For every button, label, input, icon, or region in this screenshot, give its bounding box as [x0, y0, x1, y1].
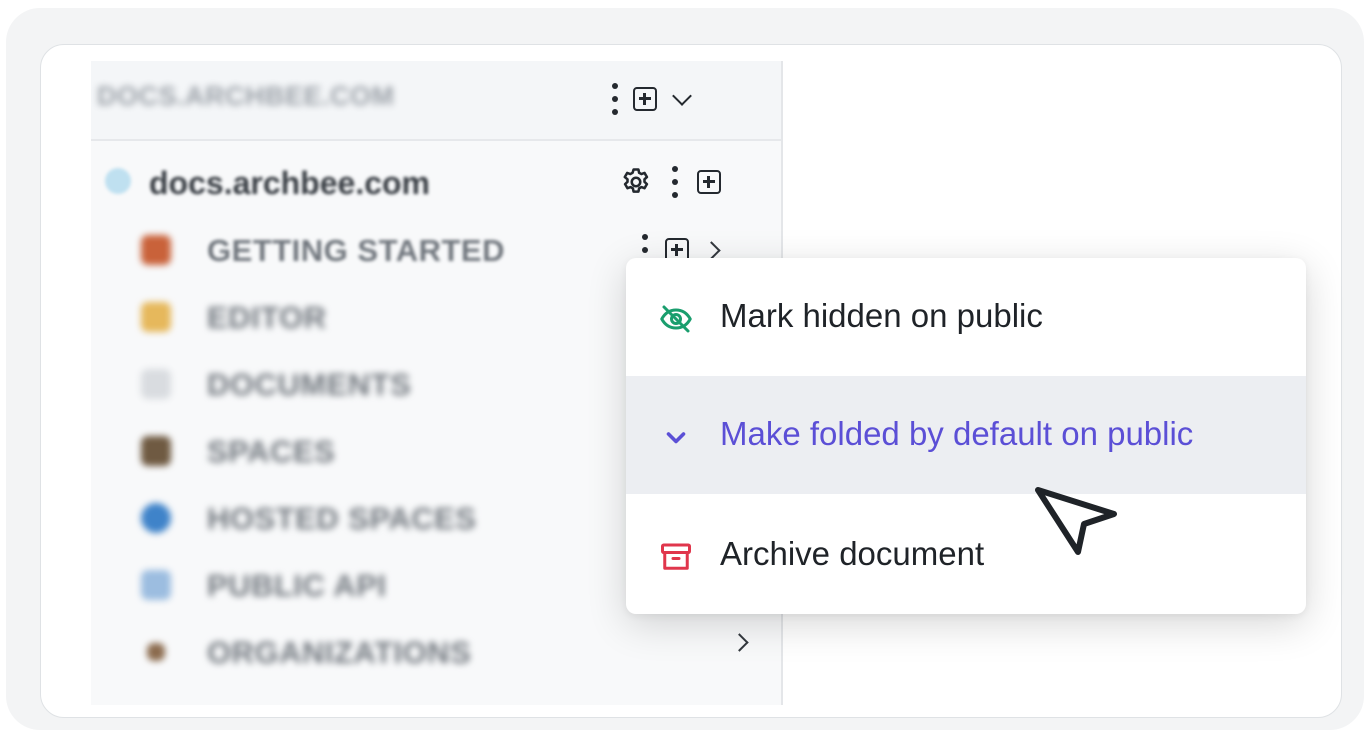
sidebar-header: DOCS.ARCHBEE.COM: [91, 61, 781, 141]
space-icon: [105, 168, 131, 194]
globe-icon: [141, 503, 171, 533]
add-icon[interactable]: [633, 87, 657, 111]
tree-item-label: PUBLIC API: [207, 568, 387, 603]
gear-icon[interactable]: [619, 165, 653, 199]
chevron-down-icon[interactable]: [672, 86, 692, 106]
tree-item-label: ORGANIZATIONS: [207, 635, 472, 670]
eye-off-icon: [660, 305, 692, 333]
chevron-right-icon[interactable]: [702, 240, 721, 260]
tree-item-label: EDITOR: [207, 300, 327, 335]
api-icon: [141, 570, 171, 600]
menu-item-make-folded[interactable]: Make folded by default on public: [626, 376, 1306, 494]
archive-icon: [661, 543, 691, 570]
tree-item-label: GETTING STARTED: [207, 233, 505, 268]
add-icon[interactable]: [697, 170, 721, 194]
folder-icon: [141, 436, 171, 466]
tree-item-label: HOSTED SPACES: [207, 501, 477, 536]
root-space-label: docs.archbee.com: [149, 165, 430, 201]
chevron-down-icon: [666, 432, 686, 444]
pencil-icon: [141, 302, 171, 332]
root-space-row[interactable]: docs.archbee.com: [91, 153, 781, 213]
site-name: DOCS.ARCHBEE.COM: [97, 81, 395, 111]
rocket-icon: [141, 235, 171, 265]
context-menu: Mark hidden on public Make folded by def…: [626, 258, 1306, 614]
menu-item-label: Mark hidden on public: [720, 297, 1043, 334]
menu-item-archive[interactable]: Archive document: [626, 496, 1306, 614]
document-icon: [141, 369, 171, 399]
tree-item-label: DOCUMENTS: [207, 367, 412, 402]
more-options-icon[interactable]: [611, 83, 619, 115]
menu-item-mark-hidden[interactable]: Mark hidden on public: [626, 258, 1306, 376]
more-options-icon[interactable]: [671, 166, 679, 198]
tree-item-organizations[interactable]: ORGANIZATIONS: [141, 623, 781, 683]
menu-item-label: Make folded by default on public: [720, 415, 1194, 452]
organization-icon: [147, 643, 165, 661]
tree-item-label: SPACES: [207, 434, 336, 469]
mouse-cursor-icon: [1035, 487, 1117, 555]
chevron-right-icon[interactable]: [730, 633, 749, 652]
menu-item-label: Archive document: [720, 535, 985, 572]
